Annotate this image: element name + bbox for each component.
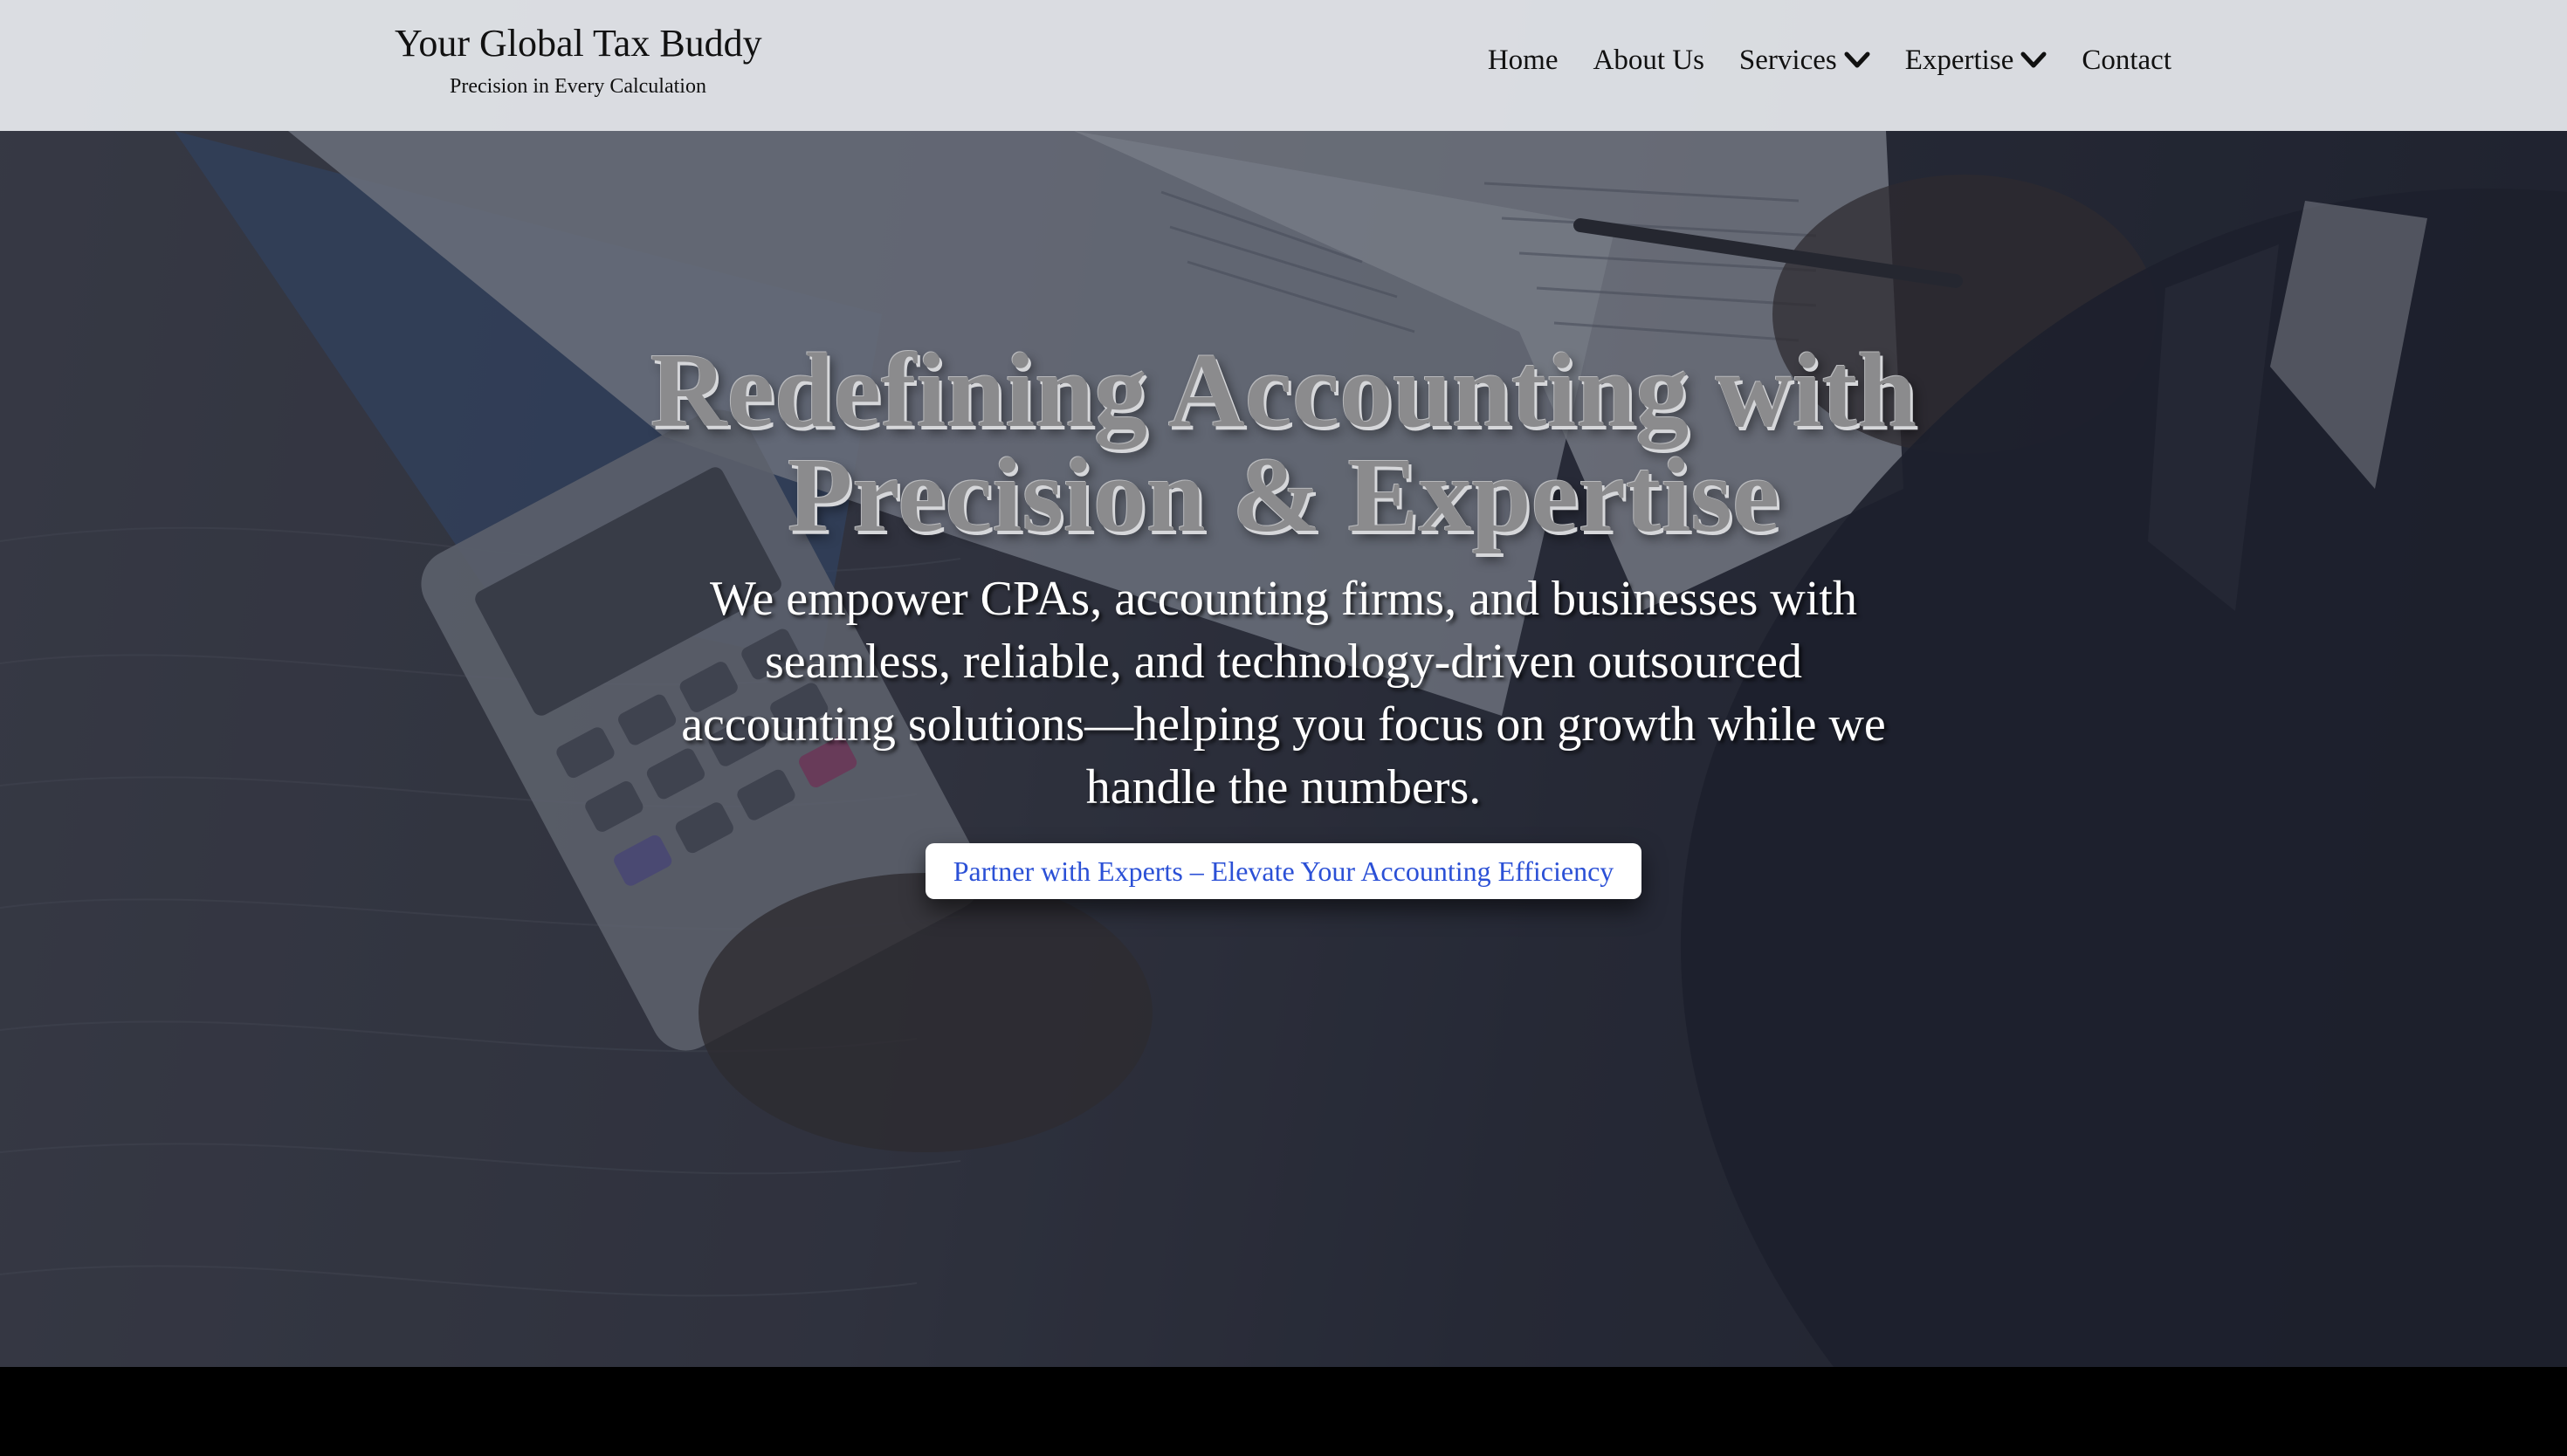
chevron-down-icon bbox=[2020, 52, 2047, 68]
hero-subtitle: We empower CPAs, accounting firms, and b… bbox=[681, 572, 1886, 814]
hero-title-line-2: Precision & Expertise bbox=[787, 436, 1780, 554]
nav-item-services[interactable]: Services bbox=[1739, 38, 1870, 82]
hero-content: Redefining Accounting with Precision & E… bbox=[0, 338, 2567, 899]
brand-tagline: Precision in Every Calculation bbox=[450, 75, 706, 98]
nav-item-label: Services bbox=[1738, 45, 1837, 76]
hero-title: Redefining Accounting with Precision & E… bbox=[602, 338, 1965, 549]
site-header: Your Global Tax Buddy Precision in Every… bbox=[0, 0, 2567, 131]
nav-item-expertise[interactable]: Expertise bbox=[1905, 38, 2047, 82]
brand-title: Your Global Tax Buddy bbox=[395, 22, 762, 65]
hero-section: Redefining Accounting with Precision & E… bbox=[0, 0, 2567, 1367]
page: Redefining Accounting with Precision & E… bbox=[0, 0, 2567, 1456]
nav-item-label: About Us bbox=[1593, 45, 1704, 76]
chevron-down-icon bbox=[1844, 52, 1870, 68]
main-nav: Home About Us Services Expertise Contact bbox=[1488, 38, 2171, 82]
brand-logo[interactable]: Your Global Tax Buddy Precision in Every… bbox=[395, 16, 762, 101]
nav-item-home[interactable]: Home bbox=[1488, 38, 1559, 82]
hero-title-line-1: Redefining Accounting with bbox=[650, 332, 1917, 450]
nav-item-about-us[interactable]: About Us bbox=[1593, 38, 1703, 82]
nav-item-label: Home bbox=[1487, 45, 1559, 76]
partner-cta-button[interactable]: Partner with Experts – Elevate Your Acco… bbox=[925, 843, 1642, 899]
nav-item-label: Contact bbox=[2082, 45, 2171, 76]
nav-item-label: Expertise bbox=[1904, 45, 2014, 76]
nav-item-contact[interactable]: Contact bbox=[2082, 38, 2171, 82]
